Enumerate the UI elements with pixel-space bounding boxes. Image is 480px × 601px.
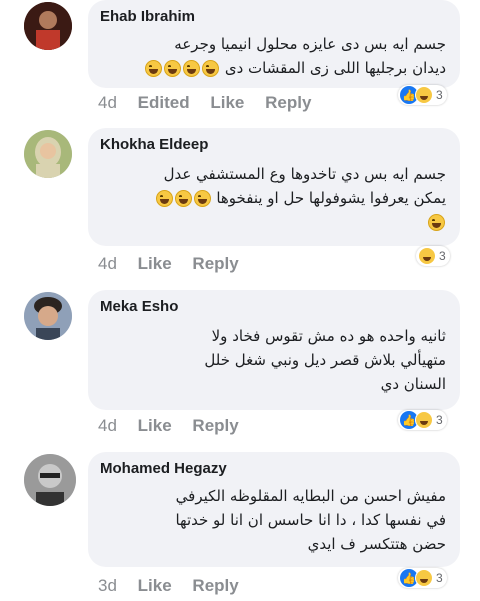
laughing-emoji-icon xyxy=(428,214,445,231)
reaction-count: 3 xyxy=(436,571,443,585)
timestamp[interactable]: 3d xyxy=(98,576,117,595)
comment-text-line: جسم ايه بس دي تاخدوها وع المستشفي عدل xyxy=(163,165,446,183)
reply-button[interactable]: Reply xyxy=(265,93,311,112)
like-button[interactable]: Like xyxy=(138,254,172,273)
comment-text-line: مفيش احسن من البطايه المقلوظه الكيرفي xyxy=(175,487,446,505)
laughing-emoji-icon xyxy=(164,60,182,77)
reaction-summary[interactable]: 👍 3 xyxy=(398,85,447,105)
avatar[interactable] xyxy=(24,2,72,50)
reaction-count: 3 xyxy=(436,413,443,427)
comment-text: جسم ايه بس دى عايزه محلول انيميا وجرعه د… xyxy=(102,32,446,80)
comment-text: جسم ايه بس دي تاخدوها وع المستشفي عدل يم… xyxy=(102,162,446,234)
timestamp[interactable]: 4d xyxy=(98,254,117,273)
reply-button[interactable]: Reply xyxy=(192,416,238,435)
commenter-name[interactable]: Mohamed Hegazy xyxy=(100,460,227,477)
comment-meta: 4d Like Reply xyxy=(98,416,255,436)
comment-text-line-with-emoji: ديدان برجليها اللى زى المقشات دى xyxy=(102,56,446,80)
timestamp[interactable]: 4d xyxy=(98,416,117,435)
comment-text-line: حضن هتتكسر ف ايدي xyxy=(307,535,446,553)
comment-bubble: Khokha Eldeep جسم ايه بس دي تاخدوها وع ا… xyxy=(88,128,460,246)
reaction-summary[interactable]: 👍 3 xyxy=(398,568,447,588)
comment-text-line: ثانيه واحده هو ده مش تقوس فخاد ولا xyxy=(211,327,446,345)
comment-bubble: Ehab Ibrahim جسم ايه بس دى عايزه محلول ا… xyxy=(88,0,460,88)
edited-label[interactable]: Edited xyxy=(138,93,190,112)
laughing-emoji-icon xyxy=(202,60,220,77)
reaction-count: 3 xyxy=(439,249,446,263)
comment-text-line: جسم ايه بس دى عايزه محلول انيميا وجرعه xyxy=(174,35,446,53)
avatar-image xyxy=(24,292,72,340)
commenter-name[interactable]: Ehab Ibrahim xyxy=(100,8,195,25)
laughing-emoji-icon xyxy=(174,190,192,207)
comment-text: مفيش احسن من البطايه المقلوظه الكيرفي في… xyxy=(102,484,446,556)
comment-text: ثانيه واحده هو ده مش تقوس فخاد ولا متهيأ… xyxy=(102,324,446,396)
emoji-line xyxy=(102,210,446,234)
avatar[interactable] xyxy=(24,130,72,178)
comment-bubble: Meka Esho ثانيه واحده هو ده مش تقوس فخاد… xyxy=(88,290,460,410)
like-button[interactable]: Like xyxy=(138,416,172,435)
timestamp[interactable]: 4d xyxy=(98,93,117,112)
comment-meta: 4d Edited Like Reply xyxy=(98,93,327,113)
avatar[interactable] xyxy=(24,292,72,340)
commenter-name[interactable]: Meka Esho xyxy=(100,298,178,315)
comment-text-line: متهيألي بلاش قصر ديل ونبي شغل خلل xyxy=(204,351,446,369)
haha-reaction-icon xyxy=(415,86,433,104)
haha-reaction-icon xyxy=(418,247,436,265)
laughing-emoji-icon xyxy=(155,190,173,207)
avatar-image xyxy=(24,454,76,506)
reaction-summary[interactable]: 👍 3 xyxy=(398,410,447,430)
comment-meta: 4d Like Reply xyxy=(98,254,255,274)
reply-button[interactable]: Reply xyxy=(192,576,238,595)
comment-meta: 3d Like Reply xyxy=(98,576,255,596)
avatar[interactable] xyxy=(24,454,76,506)
comment-text-line: في نفسها كدا ، دا انا حاسس ان انا لو خدت… xyxy=(175,511,446,529)
avatar-image xyxy=(24,130,72,178)
like-button[interactable]: Like xyxy=(138,576,172,595)
laughing-emoji-icon xyxy=(183,60,201,77)
comment-text-line: السنان دي xyxy=(380,375,446,393)
comment-text-line-with-emoji: يمكن يعرفوا يشوفولها حل او ينفخوها xyxy=(102,186,446,210)
reaction-count: 3 xyxy=(436,88,443,102)
commenter-name[interactable]: Khokha Eldeep xyxy=(100,136,208,153)
haha-reaction-icon xyxy=(415,569,433,587)
comment-text-line: يمكن يعرفوا يشوفولها حل او ينفخوها xyxy=(216,189,446,207)
like-button[interactable]: Like xyxy=(210,93,244,112)
haha-reaction-icon xyxy=(415,411,433,429)
comment-text-line: ديدان برجليها اللى زى المقشات دى xyxy=(224,59,446,77)
reply-button[interactable]: Reply xyxy=(192,254,238,273)
laughing-emoji-icon xyxy=(145,60,163,77)
laughing-emoji-icon xyxy=(193,190,211,207)
avatar-image xyxy=(24,2,72,50)
comment-bubble: Mohamed Hegazy مفيش احسن من البطايه المق… xyxy=(88,452,460,567)
reaction-summary[interactable]: 3 xyxy=(416,246,450,266)
